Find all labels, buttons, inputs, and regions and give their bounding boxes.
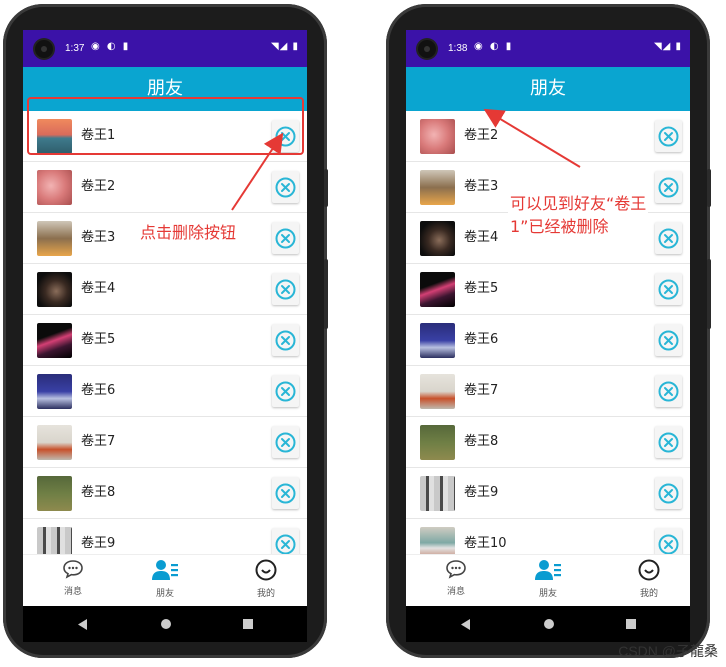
arrow-to-first-row xyxy=(483,108,581,168)
annotation-click-delete: 点击删除按钮 xyxy=(138,221,239,244)
watermark: CSDN @子龍桑 xyxy=(618,643,718,659)
annotation-deleted-line1: 可以见到好友“卷王 xyxy=(508,192,649,215)
annotation-deleted-line2: 1”已经被删除 xyxy=(508,215,611,238)
annotation-arrows xyxy=(231,108,581,211)
arrow-to-delete xyxy=(231,132,284,211)
